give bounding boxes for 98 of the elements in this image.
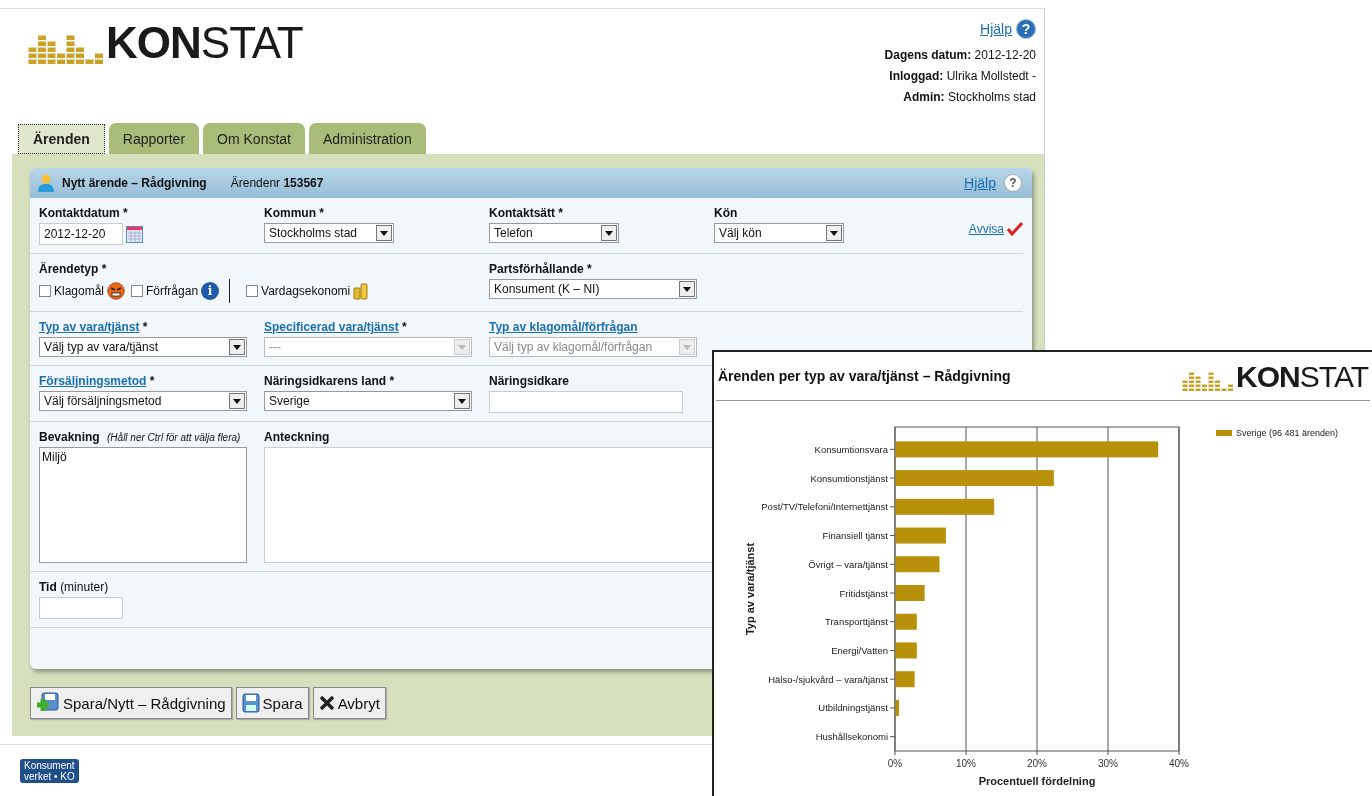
angry-face-icon [107,282,126,300]
legend-label: Sverige (96 481 ärenden) [1236,428,1339,438]
case-number: Ärendenr 153567 [230,176,324,190]
person-icon [38,174,54,192]
field-label: Bevakning [39,430,100,444]
tick-label: 0% [887,758,903,769]
field-label: Kontaktsätt [489,206,555,220]
dropdown[interactable]: Välj försäljningsmetod [39,391,247,411]
logo-text: KONSTAT [1236,362,1368,392]
logo-icon [1182,372,1235,392]
dropdown[interactable]: Stockholms stad [264,223,394,243]
field-label-link[interactable]: Försäljningsmetod [39,374,147,388]
category-label: Finansiell tjänst [822,530,888,542]
category-label: Konsumtionsvara [814,443,888,455]
field-label: Ärendetyp [39,262,99,276]
bar [895,556,940,573]
checkbox-label: Förfrågan [146,284,199,298]
info-line: Admin: Stockholms stad [903,89,1036,106]
panel-title: Nytt ärende – Rådgivning [62,176,207,190]
dropdown[interactable]: Välj typ av vara/tjänst [39,337,247,357]
chart-title: Ärenden per typ av vara/tjänst – Rådgivning [718,368,1011,384]
tick-label: 40% [1169,758,1189,769]
category-label: Energi/Vatten [831,644,888,656]
tab[interactable]: Ärenden [18,124,105,154]
bar [895,699,900,716]
tab[interactable]: Administration [309,123,426,154]
action-button[interactable]: Spara [235,687,309,719]
info-line: Dagens datum: 2012-12-20 [884,47,1036,64]
checkbox[interactable] [131,285,144,297]
required-mark: * [142,320,148,334]
checkbox-label: Klagomål [54,284,105,298]
field-hint: (Håll ner Ctrl för att välja flera) [107,432,241,443]
date-field[interactable]: 2012-12-20 [39,223,123,245]
field-label: Kön [714,206,738,220]
disk-plus-icon [36,692,60,714]
category-label: Hushållsekonomi [815,731,888,743]
dropdown[interactable]: Välj kön [714,223,844,243]
category-label: Hälso-/sjukvård – vara/tjänst [768,673,888,685]
category-label: Post/TV/Telefoni/Internettjänst [761,501,888,513]
checkmark-icon [1007,222,1023,236]
required-mark: * [587,262,592,276]
required-mark: * [389,374,395,388]
dropdown[interactable]: Telefon [489,223,619,243]
calendar-icon[interactable] [126,225,143,243]
field-label-link[interactable]: Typ av vara/tjänst [39,320,140,334]
help-link[interactable]: Hjälp [980,21,1012,37]
list-box[interactable]: Miljö [39,447,247,563]
required-mark: * [123,206,128,220]
logo-icon [28,35,104,65]
checkbox[interactable] [39,285,51,297]
logo-text: KONSTAT [106,21,303,65]
input-field[interactable] [489,391,683,413]
required-mark: * [319,206,324,220]
bar [895,527,946,544]
dropdown[interactable]: Sverige [264,391,472,411]
tick-label: 30% [1098,758,1118,769]
list-option[interactable]: Miljö [42,450,244,464]
help-icon[interactable]: ? [1004,174,1022,192]
reject-link[interactable]: Avvisa [968,222,1004,236]
info-icon: i [201,282,220,300]
category-label: Transporttjänst [825,616,888,628]
axis-title: Typ av vara/tjänst [744,542,756,636]
required-mark: * [149,374,155,388]
category-label: Konsumtionstjänst [810,472,888,484]
checkbox[interactable] [246,285,259,297]
checkbox-label: Vardagsekonomi [261,284,351,298]
tick-label: 20% [1027,758,1047,769]
category-label: Utbildningstjänst [818,702,888,714]
field-label: Näringsidkarens land [264,374,387,388]
axis-title: Procentuell fördelning [978,775,1096,787]
required-mark: * [558,206,564,220]
action-button[interactable]: Spara/Nytt – Rådgivning [30,687,232,719]
required-mark: * [402,320,407,334]
category-label: Övrigt – vara/tjänst [808,558,888,570]
field-label: Kontaktdatum [39,206,120,220]
dropdown[interactable]: Konsument (K – NI) [489,279,697,299]
field-label: Näringsidkare [489,374,570,388]
close-icon [318,695,335,711]
footer-logo: Konsument verket • KO [20,759,79,783]
bar [895,585,925,601]
tick-label: 10% [956,758,976,769]
bar [895,642,917,659]
help-icon[interactable]: ? [1016,19,1036,39]
action-button[interactable]: Avbryt [312,687,386,719]
field-label: Kommun [264,206,316,220]
tab[interactable]: Rapporter [108,123,200,154]
tab[interactable]: Om Konstat [203,123,305,154]
field-label: Anteckning [264,430,330,444]
category-label: Fritidstjänst [839,587,888,599]
bar [895,613,917,630]
info-line: Inloggad: Ulrika Mollstedt - [889,68,1036,85]
bar [895,671,915,688]
coin-stack-icon [353,282,370,300]
field-label: Partsförhållande [489,262,584,276]
required-mark: * [101,262,107,276]
input-field[interactable] [39,597,123,619]
field-label: Tid [39,580,57,594]
field-unit: (minuter) [60,580,109,594]
